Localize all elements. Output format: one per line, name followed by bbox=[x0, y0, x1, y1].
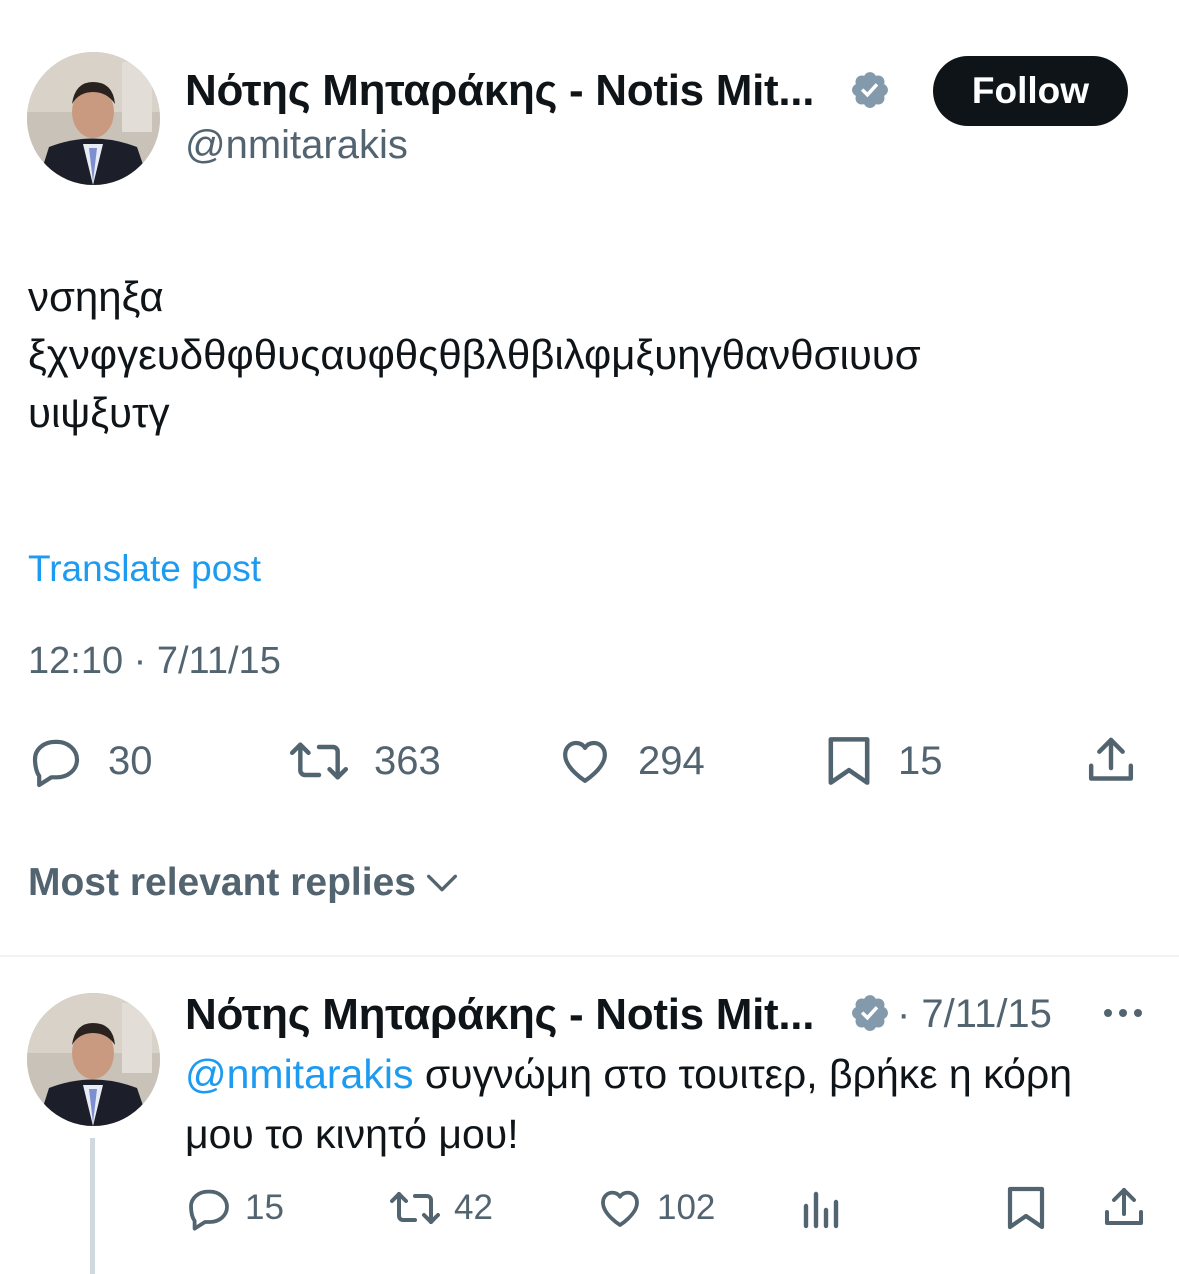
more-icon[interactable] bbox=[1100, 1000, 1146, 1026]
reply-bookmark-action[interactable] bbox=[1004, 1184, 1048, 1232]
reply-text: @nmitarakis συγνώμη στο τουιτερ, βρήκε η… bbox=[185, 1044, 1085, 1164]
thread-line bbox=[90, 1138, 95, 1274]
repost-count: 363 bbox=[374, 738, 441, 783]
like-count: 294 bbox=[638, 738, 705, 783]
reply-repost-count: 42 bbox=[454, 1188, 493, 1227]
repost-icon bbox=[289, 742, 349, 780]
chevron-down-icon bbox=[426, 874, 457, 892]
reply-like-action[interactable]: 102 bbox=[595, 1184, 715, 1232]
post-timestamp[interactable]: 12:10 · 7/11/15 bbox=[28, 640, 281, 683]
reply-views-action[interactable] bbox=[800, 1184, 844, 1232]
reply-like-count: 102 bbox=[657, 1188, 716, 1227]
reply-action[interactable]: 30 bbox=[28, 733, 153, 789]
author-name[interactable]: Νότης Μηταράκης - Notis Mit... bbox=[185, 66, 814, 116]
verified-badge-icon bbox=[849, 992, 891, 1039]
like-icon bbox=[601, 1190, 639, 1227]
reply-count: 30 bbox=[108, 738, 153, 783]
repost-icon bbox=[390, 1192, 440, 1224]
bookmark-action[interactable]: 15 bbox=[824, 733, 943, 789]
like-icon bbox=[563, 740, 607, 783]
like-action[interactable]: 294 bbox=[556, 733, 705, 789]
replies-sort-dropdown[interactable]: Most relevant replies bbox=[28, 856, 462, 910]
follow-button[interactable]: Follow bbox=[933, 56, 1128, 126]
reply-reply-count: 15 bbox=[245, 1188, 284, 1227]
reply-author-name[interactable]: Νότης Μηταράκης - Notis Mit... bbox=[185, 990, 814, 1040]
reply-avatar[interactable] bbox=[27, 993, 160, 1126]
views-icon bbox=[803, 1191, 839, 1229]
reply-reply-action[interactable]: 15 bbox=[185, 1184, 284, 1232]
reply-icon bbox=[32, 739, 80, 788]
reply-repost-action[interactable]: 42 bbox=[388, 1184, 493, 1232]
section-divider bbox=[0, 955, 1179, 957]
share-action[interactable] bbox=[1083, 733, 1139, 789]
bookmark-icon bbox=[828, 737, 870, 785]
author-avatar[interactable] bbox=[27, 52, 160, 185]
reply-share-action[interactable] bbox=[1100, 1184, 1148, 1232]
reply-icon bbox=[189, 1189, 229, 1231]
reply-mention-link[interactable]: @nmitarakis bbox=[185, 1051, 413, 1097]
share-icon bbox=[1105, 1188, 1143, 1225]
bookmark-icon bbox=[1007, 1186, 1045, 1230]
translate-post-link[interactable]: Translate post bbox=[28, 548, 261, 590]
post-text: νσηηξα ξχνφγευδθφθυςαυφθςθβλθβιλφμξυηγθα… bbox=[28, 273, 921, 436]
repost-action[interactable]: 363 bbox=[288, 733, 441, 789]
bookmark-count: 15 bbox=[898, 738, 943, 783]
sort-label: Most relevant replies bbox=[28, 861, 416, 904]
verified-badge-icon bbox=[849, 69, 891, 116]
reply-date[interactable]: · 7/11/15 bbox=[897, 992, 1052, 1037]
author-handle[interactable]: @nmitarakis bbox=[185, 123, 408, 168]
share-icon bbox=[1088, 737, 1134, 781]
